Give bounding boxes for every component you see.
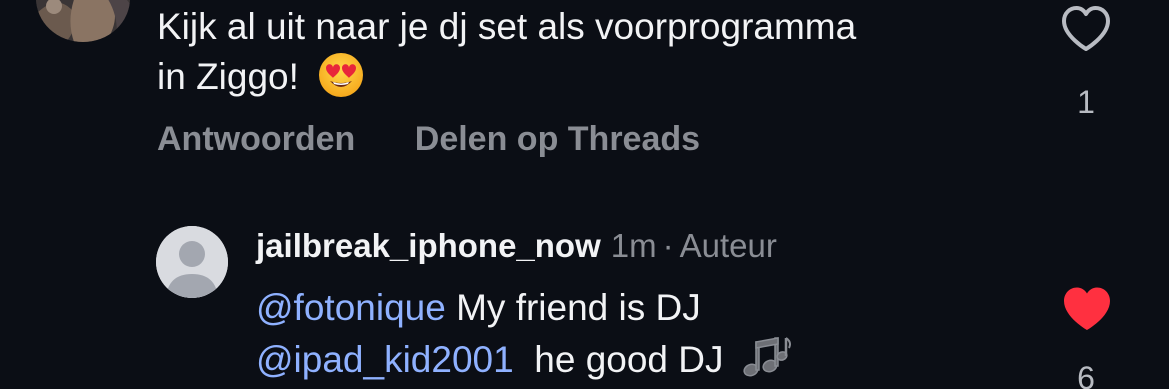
- heart-filled-icon[interactable]: [1060, 284, 1114, 334]
- default-avatar[interactable]: [156, 226, 228, 298]
- comment-text-part1: My friend is DJ: [445, 287, 701, 328]
- heart-outline-icon[interactable]: [1059, 4, 1113, 54]
- comment-text: Kijk al uit naar je dj set als voorprogr…: [157, 2, 1017, 101]
- commenter-avatar[interactable]: [36, 0, 130, 42]
- meta-separator: ·: [662, 227, 674, 264]
- username-link[interactable]: jailbreak_iphone_now: [256, 227, 601, 264]
- comment-actions: Antwoorden Delen op Threads: [157, 120, 700, 159]
- heart-eyes-emoji-icon: [319, 53, 364, 97]
- avatar-photo-image: [36, 0, 130, 42]
- comment-meta: jailbreak_iphone_now 1m · Auteur: [256, 226, 777, 266]
- comment-text-line1: Kijk al uit naar je dj set als voorprogr…: [157, 6, 857, 47]
- comment-text-part2: he good DJ: [513, 339, 734, 380]
- mention-link[interactable]: @fotonique: [256, 287, 446, 328]
- mention-link[interactable]: @ipad_kid2001: [256, 339, 514, 380]
- comment-text-line2: in Ziggo!: [157, 56, 310, 97]
- author-badge: Auteur: [679, 227, 777, 264]
- music-notes-emoji-icon: [743, 337, 791, 377]
- default-user-icon: [156, 226, 228, 298]
- like-count: 1: [1077, 84, 1095, 120]
- like-count: 6: [1077, 360, 1095, 389]
- reply-button[interactable]: Antwoorden: [157, 120, 355, 159]
- comments-view: Kijk al uit naar je dj set als voorprogr…: [0, 0, 1169, 389]
- share-on-threads-button[interactable]: Delen op Threads: [415, 120, 700, 159]
- comment-time: 1m: [610, 227, 657, 264]
- comment-text: @fotonique My friend is DJ @ipad_kid2001…: [256, 282, 1016, 386]
